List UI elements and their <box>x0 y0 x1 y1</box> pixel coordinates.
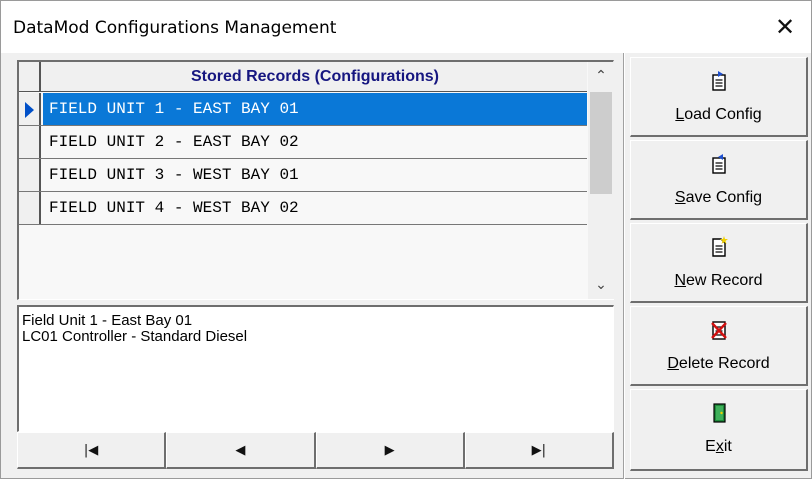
new-record-button[interactable]: New Record <box>630 223 808 303</box>
load-config-hotkey: L <box>675 106 685 123</box>
window-title: DataMod Configurations Management <box>13 18 337 38</box>
dialog-window: DataMod Configurations Management ✕ Stor… <box>0 0 812 479</box>
description-line-2: LC01 Controller - Standard Diesel <box>22 328 248 345</box>
save-config-hotkey: S <box>674 189 686 206</box>
new-record-hotkey: N <box>674 272 687 289</box>
table-row[interactable]: FIELD UNIT 1 - EAST BAY 01 <box>19 93 587 126</box>
next-record-button[interactable]: ▶ <box>315 432 465 469</box>
first-record-icon: |◀ <box>83 442 99 458</box>
save-config-button[interactable]: Save Config <box>630 140 808 220</box>
scroll-thumb[interactable] <box>590 92 612 194</box>
save-config-icon <box>631 153 806 175</box>
last-record-button[interactable]: ▶| <box>464 432 614 469</box>
delete-record-icon <box>631 319 806 341</box>
row-indicator <box>19 192 41 224</box>
load-config-label: oad Config <box>684 106 762 123</box>
current-row-marker-icon <box>25 102 34 118</box>
scroll-up-icon[interactable]: ⌃ <box>588 62 614 90</box>
exit-label: it <box>723 438 732 455</box>
next-record-icon: ▶ <box>384 442 395 458</box>
last-record-icon: ▶| <box>531 442 547 458</box>
grid-header-title: Stored Records (Configurations) <box>190 68 439 85</box>
load-config-icon <box>631 70 806 92</box>
scroll-down-icon[interactable]: ⌄ <box>588 271 614 299</box>
first-record-button[interactable]: |◀ <box>17 432 167 469</box>
table-row[interactable]: FIELD UNIT 3 - WEST BAY 01 <box>19 159 587 192</box>
vertical-scrollbar[interactable]: ⌃ ⌄ <box>588 62 614 299</box>
save-config-label: ave Config <box>685 189 763 206</box>
exit-hotkey: x <box>715 438 724 455</box>
load-config-button[interactable]: Load Config <box>630 57 808 137</box>
grid-header: Stored Records (Configurations) <box>19 62 587 92</box>
row-indicator <box>19 126 41 158</box>
record-navigator: |◀ ◀ ▶ ▶| <box>17 432 614 469</box>
record-name-cell[interactable]: FIELD UNIT 4 - WEST BAY 02 <box>43 192 587 224</box>
record-name-cell[interactable]: FIELD UNIT 2 - EAST BAY 02 <box>43 126 587 158</box>
records-grid[interactable]: Stored Records (Configurations) FIELD UN… <box>17 60 614 300</box>
delete-record-button[interactable]: Delete Record <box>630 306 808 386</box>
new-record-icon <box>631 236 806 258</box>
row-indicator <box>19 159 41 191</box>
exit-button[interactable]: Exit <box>630 389 808 471</box>
table-row[interactable]: FIELD UNIT 2 - EAST BAY 02 <box>19 126 587 159</box>
exit-door-icon <box>631 402 806 424</box>
table-row[interactable]: FIELD UNIT 4 - WEST BAY 02 <box>19 192 587 225</box>
row-indicator <box>19 93 41 125</box>
record-description-box[interactable]: Field Unit 1 - East Bay 01 LC01 Controll… <box>17 305 614 432</box>
row-indicator-header <box>19 62 41 92</box>
record-name-cell[interactable]: FIELD UNIT 1 - EAST BAY 01 <box>43 93 587 125</box>
close-icon[interactable]: ✕ <box>771 13 799 41</box>
previous-record-icon: ◀ <box>235 442 246 458</box>
record-name-cell[interactable]: FIELD UNIT 3 - WEST BAY 01 <box>43 159 587 191</box>
title-bar: DataMod Configurations Management ✕ <box>1 1 811 53</box>
delete-record-label: elete Record <box>678 355 770 372</box>
vertical-divider <box>623 53 625 479</box>
exit-label-prefix: E <box>705 438 716 455</box>
description-line-1: Field Unit 1 - East Bay 01 <box>22 312 193 329</box>
previous-record-button[interactable]: ◀ <box>166 432 316 469</box>
delete-record-hotkey: D <box>667 355 679 372</box>
new-record-label: ew Record <box>686 272 763 289</box>
